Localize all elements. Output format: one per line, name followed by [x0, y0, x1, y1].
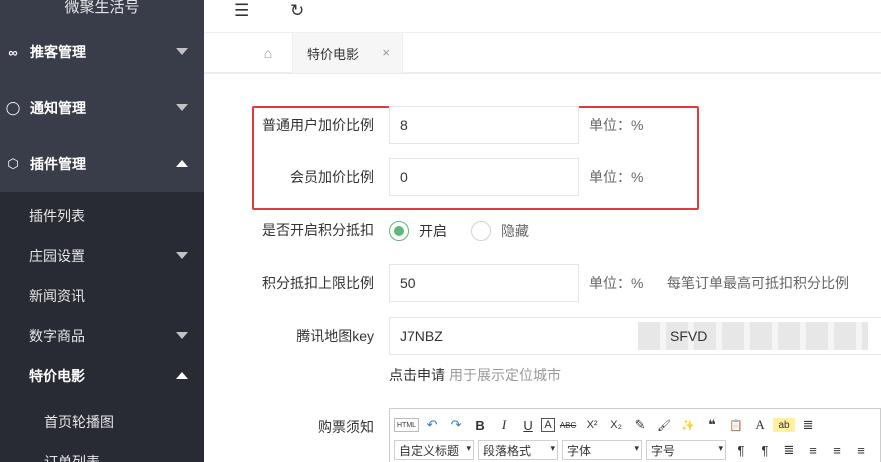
sidebar-item-news[interactable]: 新闻资讯 [0, 276, 204, 316]
circle-icon: ◯ [5, 100, 21, 115]
tab-bar: ⌂ 特价电影 × [204, 33, 881, 73]
superscript-icon[interactable]: X² [581, 415, 603, 435]
chevron-up-icon [176, 372, 188, 379]
editor-toolbar-row2: 自定义标题 段落格式 字体 字号 ¶ ¶ ≣ ≡ ≡ ≡ [394, 439, 874, 461]
sidebar-item-label: 订单列表 [44, 454, 100, 462]
sidebar-item-digital-goods[interactable]: 数字商品 [0, 316, 204, 356]
bold-icon[interactable]: B [469, 415, 491, 435]
undo-icon[interactable]: ↶ [421, 415, 443, 435]
notice-label: 购票须知 [318, 419, 374, 435]
sidebar-item-label: 特价电影 [29, 368, 85, 384]
normal-markup-input[interactable]: 8 [389, 106, 579, 144]
ltr-icon[interactable]: ¶ [730, 440, 752, 460]
member-markup-label: 会员加价比例 [290, 169, 374, 185]
radio-unchecked-icon [471, 221, 491, 241]
redo-icon[interactable]: ↷ [445, 415, 467, 435]
points-limit-label: 积分抵扣上限比例 [262, 275, 374, 291]
sidebar-item-label: 数字商品 [29, 328, 85, 344]
sidebar-item-label: 新闻资讯 [29, 288, 85, 304]
align-center-icon[interactable]: ≡ [826, 440, 848, 460]
chevron-up-icon [176, 160, 188, 167]
infinity-icon: ∞ [8, 44, 18, 60]
format-brush-icon[interactable]: 🖌 [653, 415, 675, 435]
border-text-icon[interactable]: A [541, 418, 556, 432]
font-size-select[interactable]: 字号 [646, 440, 726, 460]
sidebar: 微聚生活号 ∞ 推客管理 ◯ 通知管理 ⬡ 插件管理 插件列表 庄园设置 新闻资… [0, 0, 204, 462]
radio-points-on[interactable]: 开启 [389, 221, 447, 241]
apply-link[interactable]: 点击申请 [389, 367, 445, 383]
nav-item-tuike[interactable]: ∞ 推客管理 [0, 24, 204, 80]
unit-label: 单位：% [589, 169, 644, 185]
cube-icon: ⬡ [7, 156, 19, 171]
sidebar-item-label: 首页轮播图 [44, 414, 114, 430]
nav-item-label: 推客管理 [30, 44, 86, 60]
sidebar-item-plugin-list[interactable]: 插件列表 [0, 196, 204, 236]
paste-text-icon[interactable]: 📋 [725, 415, 747, 435]
tab-movies[interactable]: 特价电影 × [292, 33, 403, 73]
normal-markup-label: 普通用户加价比例 [262, 117, 374, 133]
close-icon[interactable]: × [382, 45, 390, 60]
rich-text-editor[interactable]: HTML ↶ ↷ B I U A ABC X² X₂ ✎ 🖌 ✨ ❝ 📋 A a… [389, 408, 881, 462]
nav-item-plugins[interactable]: ⬡ 插件管理 [0, 136, 204, 192]
blockquote-icon[interactable]: ❝ [701, 415, 723, 435]
brand-title: 微聚生活号 [64, 0, 140, 16]
auto-format-icon[interactable]: ✨ [677, 415, 699, 435]
chevron-down-icon [176, 332, 188, 339]
highlight-color-icon[interactable]: ab [773, 418, 796, 432]
nav-item-label: 插件管理 [30, 156, 86, 172]
apply-link-row: 点击申请 用于展示定位城市 [389, 366, 561, 384]
font-color-icon[interactable]: A [749, 415, 771, 435]
member-markup-input[interactable]: 0 [389, 158, 579, 196]
collapse-menu-icon[interactable]: ☰ [234, 0, 249, 22]
radio-label: 隐藏 [501, 223, 529, 239]
align-left-icon[interactable]: ≡ [802, 440, 824, 460]
rtl-icon[interactable]: ¶ [754, 440, 776, 460]
plugin-submenu: 插件列表 庄园设置 新闻资讯 数字商品 特价电影 首页轮播图 订单列表 [0, 192, 204, 462]
subscript-icon[interactable]: X₂ [605, 415, 627, 435]
settings-form: 普通用户加价比例 8 单位：% 会员加价比例 0 单位：% 是否开启积分抵扣 开… [204, 74, 881, 462]
italic-icon[interactable]: I [493, 415, 515, 435]
sidebar-item-farm-settings[interactable]: 庄园设置 [0, 236, 204, 276]
underline-icon[interactable]: U [517, 415, 539, 435]
align-right-icon[interactable]: ≡ [850, 440, 872, 460]
chevron-down-icon [176, 48, 188, 55]
radio-checked-icon [389, 221, 409, 241]
radio-points-off[interactable]: 隐藏 [471, 221, 529, 241]
refresh-icon[interactable]: ↻ [290, 0, 304, 22]
custom-heading-select[interactable]: 自定义标题 [394, 440, 474, 460]
unit-label: 单位：% [589, 117, 644, 133]
sidebar-item-label: 插件列表 [29, 208, 85, 224]
nav-item-notice[interactable]: ◯ 通知管理 [0, 80, 204, 136]
sidebar-item-movies[interactable]: 特价电影 [0, 356, 204, 396]
tab-label: 特价电影 [307, 46, 360, 62]
radio-label: 开启 [419, 223, 447, 239]
sidebar-item-label: 庄园设置 [29, 248, 85, 264]
sidebar-item-home-carousel[interactable]: 首页轮播图 [0, 402, 204, 442]
chevron-down-icon [176, 104, 188, 111]
nav-item-label: 通知管理 [30, 100, 86, 116]
strikethrough-icon[interactable]: ABC [557, 415, 579, 435]
font-family-select[interactable]: 字体 [562, 440, 642, 460]
map-key-suffix: SFVD [670, 328, 708, 344]
editor-toolbar-row1: HTML ↶ ↷ B I U A ABC X² X₂ ✎ 🖌 ✨ ❝ 📋 A a… [394, 414, 821, 436]
map-key-input[interactable]: J7NBZ SFVD [389, 317, 881, 355]
eraser-icon[interactable]: ✎ [629, 415, 651, 435]
chevron-down-icon [176, 252, 188, 259]
map-key-label: 腾讯地图key [296, 328, 374, 344]
home-icon[interactable]: ⌂ [248, 33, 288, 73]
paragraph-format-select[interactable]: 段落格式 [478, 440, 558, 460]
points-limit-input[interactable]: 50 [389, 264, 579, 302]
ordered-list-icon[interactable]: ≣ [797, 415, 819, 435]
top-header: ☰ ↻ [204, 0, 881, 33]
html-source-button[interactable]: HTML [394, 418, 420, 432]
points-limit-hint: 每笔订单最高可抵扣积分比例 [667, 275, 849, 291]
map-key-prefix: J7NBZ [400, 328, 443, 344]
apply-desc: 用于展示定位城市 [449, 367, 561, 383]
points-deduction-label: 是否开启积分抵扣 [262, 222, 374, 238]
unit-label: 单位：% [589, 275, 644, 291]
sidebar-item-order-list[interactable]: 订单列表 [0, 442, 204, 462]
indent-icon[interactable]: ≣ [778, 440, 800, 460]
